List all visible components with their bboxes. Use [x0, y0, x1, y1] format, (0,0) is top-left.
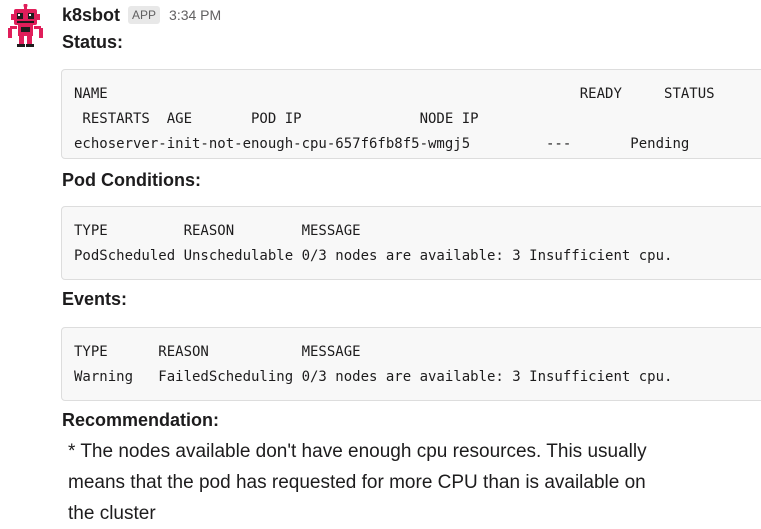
pod-conditions-header-line: TYPE REASON MESSAGE [74, 223, 361, 239]
message-timestamp[interactable]: 3:34 PM [169, 7, 221, 23]
message-header: k8sbot APP 3:34 PM [62, 2, 221, 28]
status-header-line-wrapped: RESTARTS AGE POD IP NODE IP [74, 111, 479, 127]
robot-avatar-icon[interactable] [6, 3, 46, 48]
pod-conditions-row: PodScheduled Unschedulable 0/3 nodes are… [74, 248, 673, 264]
recommendation-text: * The nodes available don't have enough … [68, 436, 708, 529]
status-code-block: NAME READY STATUS RESTARTS AGE POD IP NO… [61, 69, 761, 159]
pod-conditions-title: Pod Conditions: [62, 170, 201, 190]
status-header-line: NAME READY STATUS [74, 86, 715, 102]
events-header-line: TYPE REASON MESSAGE [74, 344, 361, 360]
app-badge: APP [128, 6, 161, 24]
events-title: Events: [62, 289, 128, 309]
bot-name[interactable]: k8sbot [62, 5, 120, 26]
events-row: Warning FailedScheduling 0/3 nodes are a… [74, 369, 673, 385]
status-title: Status: [62, 32, 124, 52]
recommendation-line: the cluster [68, 503, 156, 524]
recommendation-line: means that the pod has requested for mor… [68, 472, 646, 493]
pod-conditions-code-block: TYPE REASON MESSAGE PodScheduled Unsched… [61, 206, 761, 280]
events-code-block: TYPE REASON MESSAGE Warning FailedSchedu… [61, 327, 761, 401]
recommendation-title: Recommendation: [62, 410, 220, 430]
status-pod-row: echoserver-init-not-enough-cpu-657f6fb8f… [74, 136, 690, 152]
recommendation-line: * The nodes available don't have enough … [68, 441, 647, 462]
